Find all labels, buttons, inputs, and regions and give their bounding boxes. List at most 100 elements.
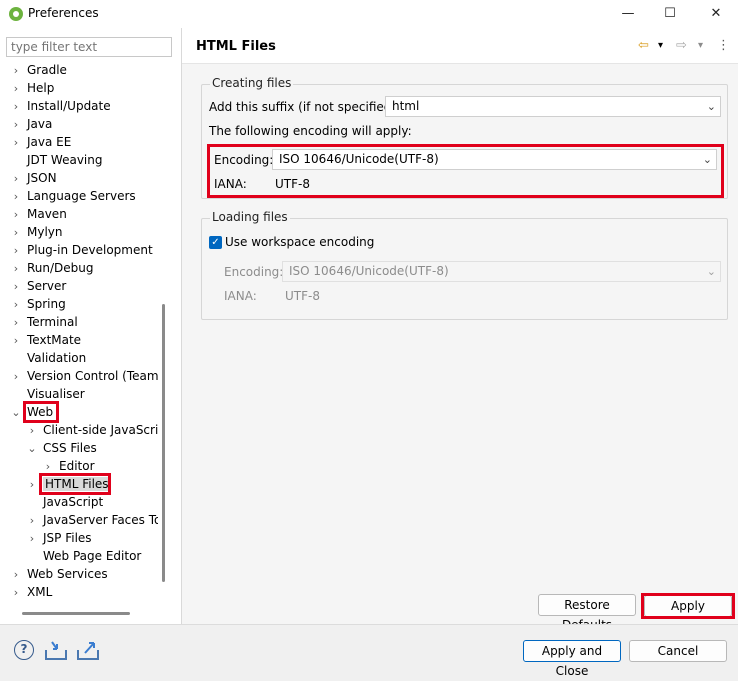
iana-label: IANA: (214, 177, 247, 191)
chevron-down-icon[interactable]: ⌄ (11, 404, 21, 422)
tree-item-label: TextMate (27, 333, 82, 347)
cancel-button[interactable]: Cancel (629, 640, 727, 662)
chevron-down-icon: ⌄ (702, 153, 712, 166)
loading-encoding-value: ISO 10646/Unicode(UTF-8) (289, 264, 449, 278)
export-icon[interactable] (76, 639, 100, 661)
workspace-encoding-label[interactable]: Use workspace encoding (225, 235, 374, 249)
chevron-right-icon[interactable]: › (27, 476, 37, 494)
tree-item[interactable]: › Install/Update (11, 97, 111, 115)
chevron-right-icon[interactable]: › (11, 278, 21, 296)
tree-item[interactable]: › TextMate (11, 331, 81, 349)
chevron-right-icon[interactable]: › (11, 116, 21, 134)
help-icon[interactable]: ? (14, 640, 34, 660)
navigation-pane: › Gradle › Help › Install/Update › Java › Java EE… (0, 28, 180, 624)
tree-item[interactable]: › Mylyn (11, 223, 63, 241)
iana-value: UTF-8 (275, 177, 310, 191)
tree-item[interactable]: › Gradle (11, 61, 67, 79)
tree-item[interactable]: › Run/Debug (11, 259, 94, 277)
window-title: Preferences (28, 6, 99, 20)
tree-item[interactable]: › Java EE (11, 133, 72, 152)
tree-item-label: Java EE (27, 135, 72, 149)
back-arrow-icon[interactable]: ⇦ (638, 38, 649, 53)
chevron-right-icon[interactable]: › (27, 422, 37, 440)
tree-item-label: Editor (59, 459, 95, 473)
tree-item-label: JSON (27, 171, 57, 185)
chevron-right-icon[interactable]: › (27, 530, 37, 548)
minimize-button[interactable]: — (608, 0, 648, 28)
chevron-right-icon[interactable]: › (11, 260, 21, 278)
creating-files-legend: Creating files (210, 76, 294, 90)
apply-and-close-button[interactable]: Apply and Close (523, 640, 621, 678)
tree-item[interactable]: › Web Services (11, 565, 108, 583)
filter-input[interactable] (6, 37, 172, 57)
tree-item-label: Visualiser (27, 387, 85, 401)
tree-item[interactable]: JDT Weaving (11, 151, 102, 169)
chevron-right-icon[interactable]: › (11, 134, 21, 152)
tree-item[interactable]: › Spring (11, 295, 66, 313)
tree-item-label: Java (27, 117, 53, 131)
chevron-right-icon[interactable]: › (11, 242, 21, 260)
chevron-right-icon[interactable]: › (11, 566, 21, 584)
tree-item-label: Spring (27, 297, 66, 311)
tree-highlight-box (39, 473, 111, 495)
loading-iana-label: IANA: (224, 289, 257, 303)
chevron-right-icon[interactable]: › (11, 296, 21, 314)
tree-item[interactable]: › JavaServer Faces Tools (27, 511, 158, 529)
settings-pane: HTML Files ⇦ ▾ ⇨ ▾ ⋮ Creating files Add … (182, 28, 738, 632)
tree-item[interactable]: › JSP Files (27, 529, 92, 547)
chevron-right-icon[interactable]: › (11, 98, 21, 116)
tree-item[interactable]: › Java (11, 115, 53, 134)
tree-item[interactable]: › XML (11, 583, 52, 601)
chevron-right-icon[interactable]: › (11, 188, 21, 206)
tree-vertical-scrollbar[interactable] (162, 304, 165, 582)
tree-item[interactable]: › Server (11, 277, 67, 296)
encoding-value: ISO 10646/Unicode(UTF-8) (279, 152, 439, 166)
restore-defaults-button[interactable]: Restore Defaults (538, 594, 636, 632)
maximize-button[interactable]: ☐ (650, 0, 690, 28)
tree-item-label: JDT Weaving (27, 153, 103, 167)
chevron-right-icon[interactable]: › (11, 332, 21, 350)
chevron-right-icon[interactable]: › (11, 368, 21, 386)
tree-item[interactable]: › Help (11, 79, 55, 98)
chevron-right-icon[interactable]: › (11, 224, 21, 242)
chevron-down-icon: ⌄ (706, 265, 716, 278)
chevron-right-icon[interactable]: › (11, 314, 21, 332)
tree-item[interactable]: Web Page Editor (27, 547, 141, 565)
tree-item[interactable]: › Plug-in Development (11, 241, 153, 259)
tree-item-label: Web Services (27, 567, 108, 581)
preferences-body: › Gradle › Help › Install/Update › Java › Java EE… (0, 28, 738, 632)
dialog-footer: ? Apply and Close Cancel (0, 624, 738, 678)
chevron-right-icon[interactable]: › (11, 584, 21, 602)
chevron-right-icon[interactable]: › (27, 512, 37, 530)
back-menu-chevron-icon[interactable]: ▾ (658, 40, 663, 51)
apply-highlight-box (641, 593, 735, 619)
tree-item[interactable]: › Maven (11, 205, 67, 223)
tree-item[interactable]: › Terminal (11, 313, 78, 331)
encoding-combo[interactable]: ISO 10646/Unicode(UTF-8) ⌄ (272, 149, 717, 170)
chevron-right-icon[interactable]: › (11, 206, 21, 224)
chevron-right-icon[interactable]: › (11, 80, 21, 98)
tree-item[interactable]: › Version Control (Team) (11, 367, 158, 385)
tree-horizontal-scrollbar[interactable] (22, 612, 130, 615)
tree-item[interactable]: ⌄ CSS Files (27, 439, 96, 458)
loading-iana-value: UTF-8 (285, 289, 320, 303)
tree-highlight-box (23, 401, 59, 423)
tree-item-label: Client-side JavaScript (43, 423, 158, 437)
view-menu-icon[interactable]: ⋮ (717, 38, 730, 53)
tree-item[interactable]: › Language Servers (11, 187, 136, 205)
loading-encoding-label: Encoding: (224, 265, 284, 279)
tree-item[interactable]: JavaScript (27, 493, 103, 511)
forward-arrow-icon[interactable]: ⇨ (676, 38, 687, 53)
forward-menu-chevron-icon[interactable]: ▾ (698, 40, 703, 51)
tree-item[interactable]: › Client-side JavaScript (27, 421, 158, 439)
suffix-combo[interactable]: html ⌄ (385, 96, 721, 117)
close-button[interactable]: ✕ (696, 0, 736, 28)
checkbox-checked-icon[interactable]: ✓ (209, 236, 222, 249)
import-icon[interactable] (44, 639, 68, 661)
chevron-down-icon[interactable]: ⌄ (27, 440, 37, 458)
tree-item[interactable]: Validation (11, 349, 86, 367)
tree-item[interactable]: › JSON (11, 169, 57, 187)
tree-item-label: Version Control (Team) (27, 369, 158, 383)
chevron-right-icon[interactable]: › (11, 170, 21, 188)
chevron-right-icon[interactable]: › (11, 62, 21, 80)
